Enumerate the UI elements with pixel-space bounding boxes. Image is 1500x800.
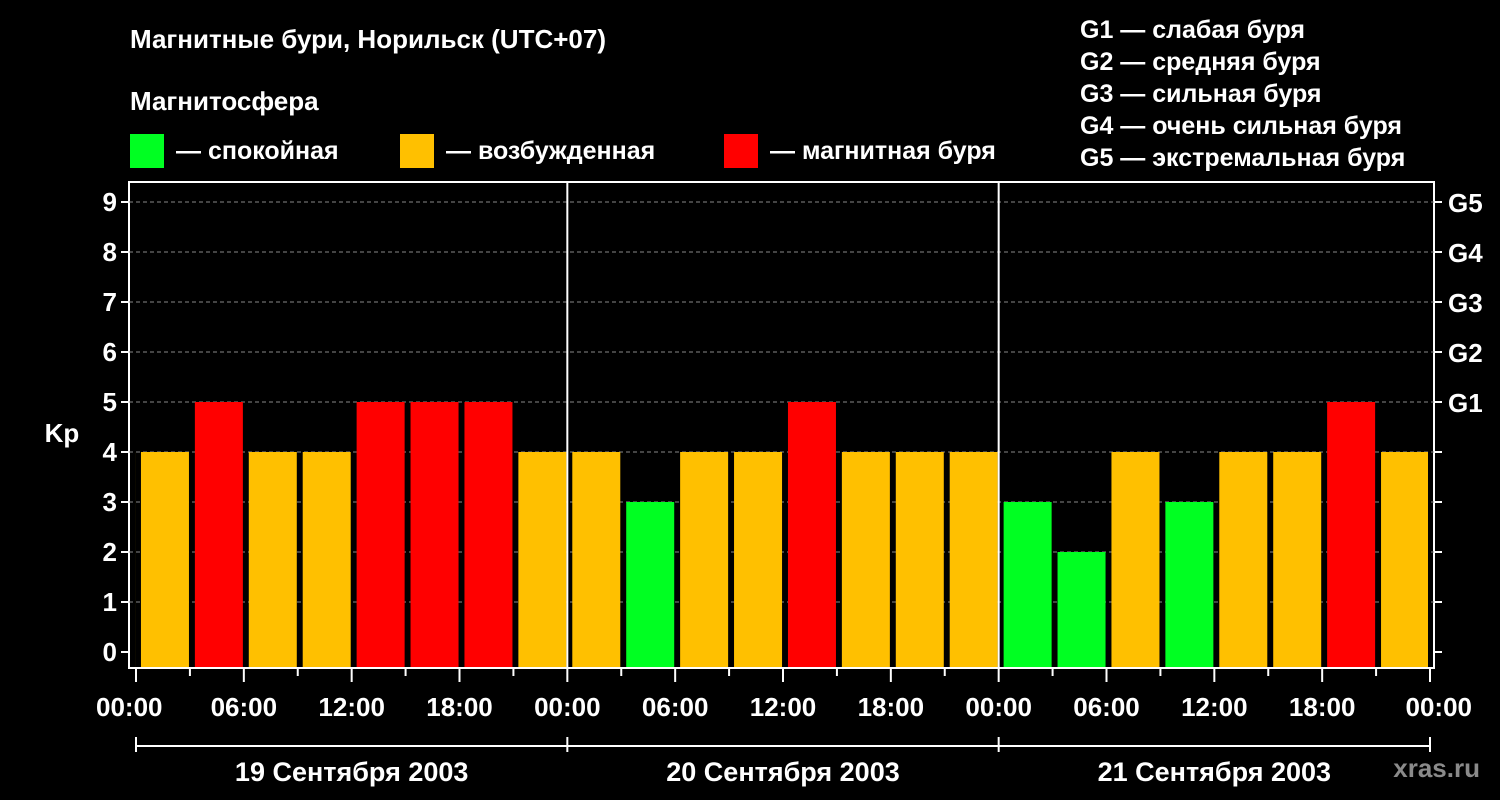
- g-legend-item: G4 — очень сильная буря: [1080, 112, 1402, 140]
- kp-bar: [1057, 552, 1106, 667]
- legend-label-storm: — магнитная буря: [770, 136, 996, 165]
- g-tick-label: G2: [1448, 338, 1483, 368]
- legend-swatch-active: [400, 134, 434, 168]
- g-tick-label: G5: [1448, 188, 1483, 218]
- g-scale-legend: G1 — слабая буря G2 — средняя буря G3 — …: [1080, 14, 1405, 174]
- watermark: xras.ru: [1393, 753, 1480, 783]
- kp-bar: [464, 402, 513, 667]
- x-tick-label: 18:00: [858, 692, 925, 722]
- g-tick-label: G4: [1448, 238, 1483, 268]
- y-tick-label: 3: [103, 487, 117, 517]
- kp-bar: [356, 402, 405, 667]
- g-tick-label: G3: [1448, 288, 1483, 318]
- g-tick-label: G1: [1448, 388, 1483, 418]
- kp-bar: [949, 452, 998, 667]
- kp-bar: [248, 452, 297, 667]
- day-label: 20 Сентября 2003: [666, 757, 899, 787]
- kp-bar: [194, 402, 243, 667]
- y-tick-label: 4: [103, 437, 118, 467]
- kp-bar: [680, 452, 729, 667]
- kp-bar: [410, 402, 459, 667]
- kp-bar: [1381, 452, 1428, 667]
- y-axis-label: Kp: [45, 418, 80, 448]
- y-tick-label: 1: [103, 587, 117, 617]
- x-tick-label: 00:00: [534, 692, 601, 722]
- x-tick-label: 00:00: [1406, 692, 1473, 722]
- kp-bar: [841, 452, 890, 667]
- legend-label-quiet: — спокойная: [176, 136, 339, 165]
- y-tick-label: 2: [103, 537, 117, 567]
- kp-bar: [1003, 502, 1052, 667]
- chart-title: Магнитные бури, Норильск (UTC+07): [130, 24, 606, 54]
- y-tick-label: 6: [103, 337, 117, 367]
- legend-item-storm: — магнитная буря: [724, 134, 996, 168]
- kp-bar: [895, 452, 944, 667]
- y-tick-label: 8: [103, 237, 117, 267]
- day-label: 19 Сентября 2003: [235, 757, 468, 787]
- x-tick-label: 18:00: [426, 692, 493, 722]
- y-tick-label: 9: [103, 187, 117, 217]
- x-tick-label: 00:00: [96, 692, 163, 722]
- legend-item-active: — возбужденная: [400, 134, 655, 168]
- x-tick-label: 12:00: [1181, 692, 1248, 722]
- x-tick-label: 18:00: [1289, 692, 1356, 722]
- x-tick-label: 00:00: [965, 692, 1032, 722]
- x-tick-label: 06:00: [211, 692, 278, 722]
- kp-bar: [734, 452, 783, 667]
- legend-swatch-storm: [724, 134, 758, 168]
- legend-label-active: — возбужденная: [446, 136, 656, 165]
- kp-bar: [140, 452, 189, 667]
- y-tick-label: 0: [103, 637, 117, 667]
- x-tick-label: 12:00: [318, 692, 385, 722]
- chart-subtitle: Магнитосфера: [130, 86, 319, 116]
- legend-item-quiet: — спокойная: [130, 134, 339, 168]
- kp-bar: [1111, 452, 1160, 667]
- x-tick-label: 06:00: [1073, 692, 1140, 722]
- kp-bar: [302, 452, 351, 667]
- legend-swatch-quiet: [130, 134, 164, 168]
- y-tick-label: 7: [103, 287, 117, 317]
- kp-bar: [1327, 402, 1376, 667]
- y-tick-label: 5: [103, 387, 117, 417]
- g-legend-item: G1 — слабая буря: [1080, 16, 1306, 44]
- day-label: 21 Сентября 2003: [1098, 757, 1331, 787]
- kp-bar: [1165, 502, 1214, 667]
- kp-bar: [626, 502, 675, 667]
- kp-bar: [572, 452, 621, 667]
- g-legend-item: G5 — экстремальная буря: [1080, 144, 1406, 172]
- g-legend-item: G3 — сильная буря: [1080, 80, 1322, 108]
- kp-bar: [1219, 452, 1268, 667]
- kp-bar: [787, 402, 836, 667]
- g-legend-item: G2 — средняя буря: [1080, 48, 1321, 76]
- x-tick-label: 12:00: [750, 692, 817, 722]
- kp-bar: [1273, 452, 1322, 667]
- x-tick-label: 06:00: [642, 692, 709, 722]
- kp-bar: [518, 452, 567, 667]
